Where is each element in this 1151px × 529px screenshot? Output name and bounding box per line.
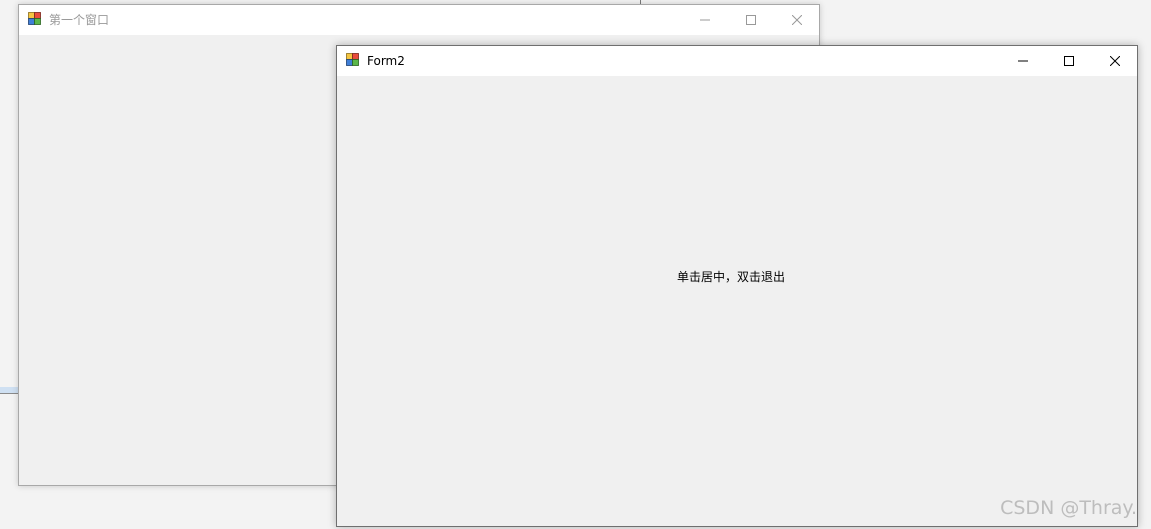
minimize-icon — [1018, 60, 1028, 62]
form2-client-area[interactable]: 单击居中，双击退出 — [337, 76, 1137, 526]
minimize-button[interactable] — [682, 5, 728, 35]
first-window-titlebar[interactable]: 第一个窗口 — [19, 5, 819, 35]
winforms-app-icon — [28, 12, 41, 25]
close-icon — [792, 15, 802, 25]
csdn-watermark: CSDN @Thray. — [1000, 497, 1137, 519]
form2-window[interactable]: Form2 单击居中，双击退出 — [336, 45, 1138, 527]
maximize-button[interactable] — [728, 5, 774, 35]
minimize-button[interactable] — [1000, 46, 1046, 76]
winforms-app-icon — [346, 53, 359, 66]
maximize-button[interactable] — [1046, 46, 1092, 76]
window-title: Form2 — [367, 54, 405, 68]
close-button[interactable] — [774, 5, 820, 35]
desktop-divider-horizontal — [0, 393, 19, 394]
form2-titlebar[interactable]: Form2 — [337, 46, 1137, 76]
window-title: 第一个窗口 — [49, 13, 110, 27]
minimize-icon — [700, 19, 710, 21]
close-button[interactable] — [1092, 46, 1138, 76]
maximize-icon — [1064, 56, 1074, 66]
instruction-label: 单击居中，双击退出 — [677, 270, 786, 284]
close-icon — [1110, 56, 1120, 66]
maximize-icon — [746, 15, 756, 25]
